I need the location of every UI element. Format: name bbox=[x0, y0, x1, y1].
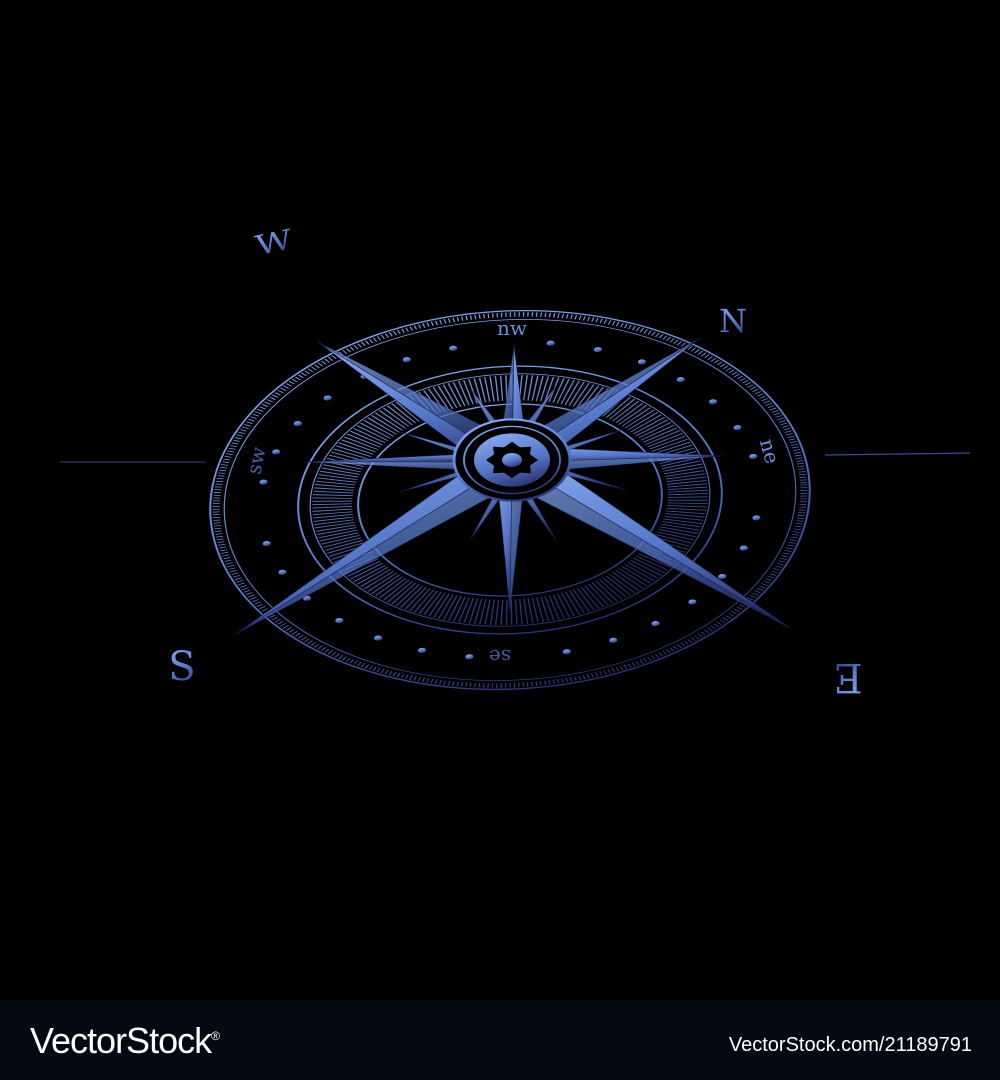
logo-text: VectorStock bbox=[30, 1020, 212, 1061]
dial-dot bbox=[733, 425, 742, 431]
compass-rose-artwork: W N S E nw ne se sw bbox=[60, 223, 971, 893]
dial-dot bbox=[688, 599, 697, 605]
intercardinal-se: se bbox=[489, 645, 511, 669]
intercardinal-sw: sw bbox=[242, 445, 271, 477]
dial-dot bbox=[562, 649, 571, 655]
dial-dot bbox=[637, 359, 646, 365]
dial-dot bbox=[278, 569, 287, 575]
axis-east bbox=[824, 452, 971, 456]
watermark-footer: VectorStock® VectorStock.com/21189791 bbox=[0, 1000, 1000, 1080]
dial-dot bbox=[593, 347, 602, 353]
dial-dot bbox=[739, 545, 748, 551]
logo-registered-mark: ® bbox=[211, 1029, 220, 1043]
dial-dot bbox=[293, 420, 302, 427]
intercardinal-nw: nw bbox=[497, 316, 527, 340]
dial-dot bbox=[546, 340, 555, 346]
dial-dot bbox=[465, 654, 474, 660]
cardinal-w: W bbox=[252, 223, 295, 262]
dial-dot bbox=[259, 479, 268, 485]
cardinal-e: E bbox=[833, 654, 862, 700]
axis-lines bbox=[60, 247, 971, 893]
dial-dot bbox=[374, 635, 383, 641]
dial-dot bbox=[323, 395, 332, 401]
dial-dot bbox=[752, 515, 761, 521]
dial-dot bbox=[402, 357, 411, 363]
center-medallion bbox=[452, 418, 572, 502]
dial-dot bbox=[418, 647, 427, 653]
cardinal-n: N bbox=[719, 302, 747, 340]
vectorstock-logo: VectorStock® bbox=[30, 1020, 220, 1062]
intercardinal-ne: ne bbox=[755, 436, 785, 466]
dial-dot bbox=[609, 637, 618, 643]
dial-dot bbox=[718, 573, 727, 580]
dial-dot bbox=[262, 541, 271, 547]
compass-illustration: W N S E nw ne se sw bbox=[0, 0, 1000, 1000]
dial-dot bbox=[676, 376, 685, 383]
dial-dot bbox=[449, 345, 458, 351]
dial-dot bbox=[749, 453, 758, 459]
dial-dot bbox=[335, 617, 344, 624]
dial-dot bbox=[709, 399, 718, 405]
dial-dot bbox=[651, 621, 660, 627]
cardinal-s: S bbox=[168, 644, 195, 690]
image-id: VectorStock.com/21189791 bbox=[728, 1034, 972, 1056]
dial-dot bbox=[272, 449, 281, 455]
